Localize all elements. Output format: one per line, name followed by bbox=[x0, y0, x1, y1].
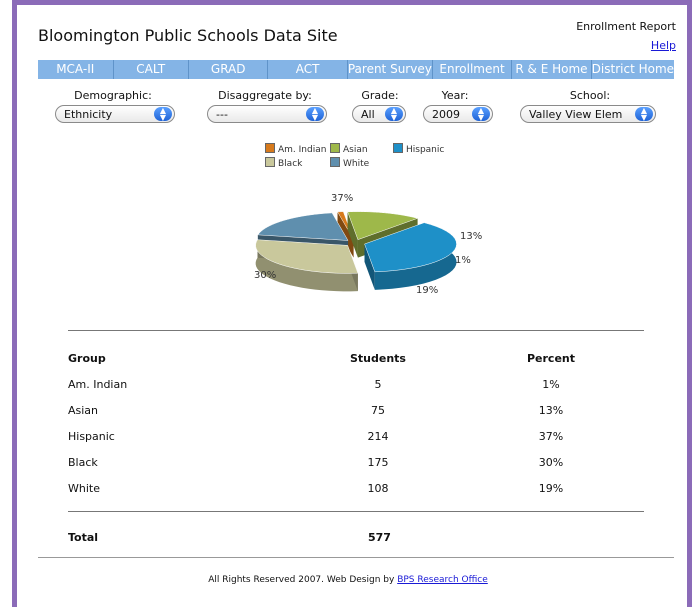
legend-swatch bbox=[330, 157, 340, 167]
footer-text: All Rights Reserved 2007. Web Design by bbox=[208, 575, 398, 585]
nav-item-district-home[interactable]: District Home bbox=[592, 60, 674, 79]
grade-label: Grade: bbox=[361, 89, 399, 102]
footer-link[interactable]: BPS Research Office bbox=[397, 575, 488, 585]
nav-bar: MCA-II CALT GRAD ACT Parent Survey Enrol… bbox=[38, 60, 674, 79]
disaggregate-select[interactable]: --- ▲ ▼ bbox=[207, 105, 327, 123]
demographic-select[interactable]: Ethnicity ▲ ▼ bbox=[55, 105, 175, 123]
footer: All Rights Reserved 2007. Web Design by … bbox=[0, 575, 696, 585]
cell-group: Black bbox=[68, 455, 98, 469]
select-arrows-icon: ▲ ▼ bbox=[385, 107, 403, 122]
cell-percent: 19% bbox=[538, 481, 564, 495]
help-link[interactable]: Help bbox=[651, 39, 676, 52]
nav-item-mca-ii[interactable]: MCA-II bbox=[38, 60, 114, 79]
pie-label-hispanic: 37% bbox=[331, 193, 354, 204]
table-row: Asian 75 13% bbox=[68, 397, 644, 423]
table-row: White 108 19% bbox=[68, 475, 644, 501]
cell-students: 108 bbox=[367, 481, 389, 495]
header-students: Students bbox=[350, 351, 406, 365]
table-row: Am. Indian 5 1% bbox=[68, 371, 644, 397]
legend-item-white: White bbox=[330, 157, 369, 169]
cell-students: 5 bbox=[374, 377, 382, 391]
cell-students: 175 bbox=[367, 455, 389, 469]
report-title: Enrollment Report bbox=[576, 20, 676, 33]
year-value: 2009 bbox=[432, 108, 460, 121]
legend-swatch bbox=[265, 157, 275, 167]
legend-label: Hispanic bbox=[406, 145, 445, 155]
nav-item-enrollment[interactable]: Enrollment bbox=[433, 60, 513, 79]
footer-divider bbox=[38, 557, 674, 558]
cell-group: Hispanic bbox=[68, 429, 115, 443]
select-arrows-icon: ▲ ▼ bbox=[472, 107, 490, 122]
legend-item-am-indian: Am. Indian bbox=[265, 143, 326, 155]
legend-swatch bbox=[330, 143, 340, 153]
cell-percent: 1% bbox=[542, 377, 560, 391]
pie-label-asian: 13% bbox=[460, 231, 483, 242]
select-arrows-icon: ▲ ▼ bbox=[154, 107, 172, 122]
grade-value: All bbox=[361, 108, 375, 121]
total-value: 577 bbox=[368, 531, 391, 544]
table-row: Black 175 30% bbox=[68, 449, 644, 475]
nav-item-grad[interactable]: GRAD bbox=[189, 60, 269, 79]
table-header-row: Group Students Percent bbox=[68, 345, 644, 371]
table-row: Hispanic 214 37% bbox=[68, 423, 644, 449]
nav-item-calt[interactable]: CALT bbox=[114, 60, 189, 79]
cell-students: 75 bbox=[371, 403, 385, 417]
legend-label: Black bbox=[278, 159, 303, 169]
demographic-value: Ethnicity bbox=[64, 108, 113, 121]
site-title: Bloomington Public Schools Data Site bbox=[38, 26, 338, 45]
disaggregate-label: Disaggregate by: bbox=[218, 89, 312, 102]
cell-percent: 30% bbox=[538, 455, 564, 469]
disaggregate-value: --- bbox=[216, 108, 228, 121]
table-bottom-divider bbox=[68, 511, 644, 512]
legend-item-asian: Asian bbox=[330, 143, 368, 155]
demographic-label: Demographic: bbox=[74, 89, 152, 102]
pie-label-am-indian: 1% bbox=[455, 255, 471, 266]
cell-group: White bbox=[68, 481, 100, 495]
year-select[interactable]: 2009 ▲ ▼ bbox=[423, 105, 493, 123]
header-group: Group bbox=[68, 351, 106, 365]
total-label: Total bbox=[68, 531, 99, 544]
school-value: Valley View Elem bbox=[529, 108, 623, 121]
school-select[interactable]: Valley View Elem ▲ ▼ bbox=[520, 105, 656, 123]
grade-select[interactable]: All ▲ ▼ bbox=[352, 105, 406, 123]
cell-students: 214 bbox=[367, 429, 389, 443]
cell-percent: 37% bbox=[538, 429, 564, 443]
select-arrows-icon: ▲ ▼ bbox=[635, 107, 653, 122]
legend-item-black: Black bbox=[265, 157, 302, 169]
legend-label: Am. Indian bbox=[278, 145, 327, 155]
legend-swatch bbox=[265, 143, 275, 153]
header-percent: Percent bbox=[526, 351, 576, 365]
legend-swatch bbox=[393, 143, 403, 153]
legend-item-hispanic: Hispanic bbox=[393, 143, 444, 155]
table-top-divider bbox=[68, 330, 644, 331]
school-label: School: bbox=[569, 89, 611, 102]
cell-percent: 13% bbox=[538, 403, 564, 417]
pie-label-white: 19% bbox=[416, 285, 439, 296]
nav-item-act[interactable]: ACT bbox=[268, 60, 348, 79]
nav-item-parent-survey[interactable]: Parent Survey bbox=[348, 60, 433, 79]
legend-label: Asian bbox=[343, 145, 368, 155]
select-arrows-icon: ▲ ▼ bbox=[306, 107, 324, 122]
cell-group: Am. Indian bbox=[68, 377, 128, 391]
cell-group: Asian bbox=[68, 403, 99, 417]
enrollment-table: Group Students Percent Am. Indian 5 1% A… bbox=[68, 345, 644, 501]
pie-label-black: 30% bbox=[254, 270, 277, 281]
nav-item-re-home[interactable]: R & E Home bbox=[512, 60, 592, 79]
legend-label: White bbox=[343, 159, 370, 169]
year-label: Year: bbox=[441, 89, 469, 102]
